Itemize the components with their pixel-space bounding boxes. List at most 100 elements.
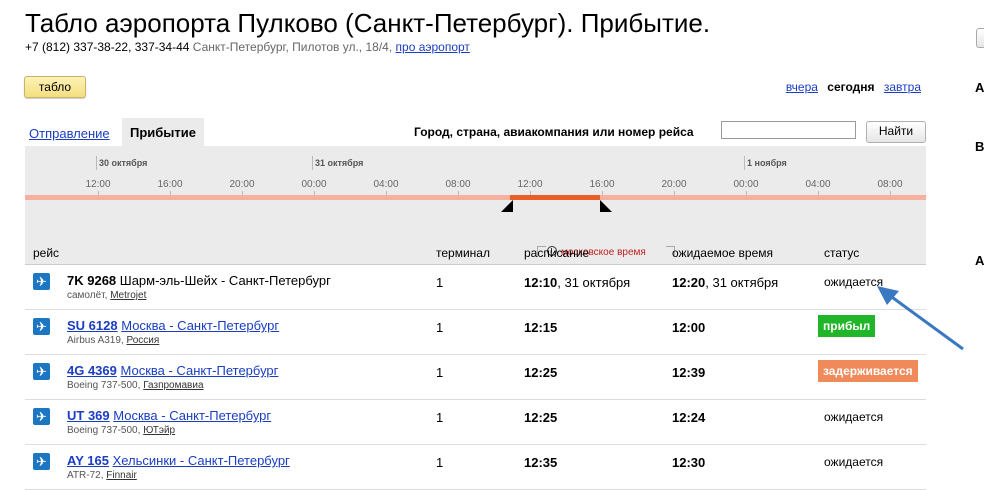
- timeline-hour-tick: [890, 191, 891, 195]
- table-header: московское время рейс терминал расписани…: [25, 220, 926, 265]
- annotation-arrow-icon: [877, 286, 964, 351]
- scheduled-time: 12:15: [524, 320, 558, 335]
- timeline-date-tick: [96, 156, 97, 170]
- terminal: 1: [436, 320, 444, 335]
- table-row[interactable]: ✈ SU 6128 Москва - Санкт-Петербург Airbus …: [25, 310, 926, 355]
- timeline-hour-tick: [98, 191, 99, 195]
- plane-icon: ✈: [33, 453, 50, 470]
- timeline-hour-label: 00:00: [733, 179, 759, 190]
- right-edge-letter: А: [975, 253, 984, 268]
- col-schedule: расписание: [524, 246, 590, 260]
- timeline-hour-label: 12:00: [517, 179, 543, 190]
- airline-link[interactable]: Газпромавиа: [143, 380, 203, 391]
- airport-contacts: +7 (812) 337-38-22, 337-34-44 Санкт-Пете…: [25, 40, 470, 54]
- table-row[interactable]: ✈ AY 165 Хельсинки - Санкт-Петербург ATR-7…: [25, 445, 926, 490]
- timeline-date-label: 1 ноября: [747, 158, 787, 168]
- timeline-hour-tick: [170, 191, 171, 195]
- timeline-hour-label: 04:00: [805, 179, 831, 190]
- flight-number: 7K 9268: [67, 273, 117, 288]
- tab-arrival[interactable]: Прибытие: [122, 118, 204, 146]
- timeline-hour-tick: [242, 191, 243, 195]
- tablo-button[interactable]: табло: [24, 76, 86, 98]
- timeline-hour-label: 08:00: [877, 179, 903, 190]
- flight-number-link[interactable]: UT 369: [67, 408, 110, 423]
- day-switcher: вчера сегодня завтра: [780, 80, 921, 94]
- airline-link[interactable]: Metrojet: [110, 290, 146, 301]
- timeline-hour-tick: [746, 191, 747, 195]
- timeline-date-tick: [312, 156, 313, 170]
- phones: +7 (812) 337-38-22, 337-34-44: [25, 40, 190, 54]
- flight-info: UT 369 Москва - Санкт-Петербург: [67, 408, 271, 423]
- timeline-hour-label: 16:00: [589, 179, 615, 190]
- timeline-date-label: 31 октября: [315, 158, 364, 168]
- aircraft-info: Boeing 737-500, ЮТэйр: [67, 425, 175, 436]
- scheduled-time: 12:35: [524, 455, 558, 470]
- today-label: сегодня: [827, 80, 875, 94]
- aircraft-type: Airbus A319,: [67, 335, 124, 346]
- expected-time: 12:30: [672, 455, 706, 470]
- flight-info: 7K 9268 Шарм-эль-Шейх - Санкт-Петербург: [67, 273, 331, 288]
- flight-route-link[interactable]: Москва - Санкт-Петербург: [113, 408, 271, 423]
- table-row[interactable]: ✈ UT 369 Москва - Санкт-Петербург Boeing 7…: [25, 400, 926, 445]
- timeline-hour-tick: [818, 191, 819, 195]
- plane-icon: ✈: [33, 318, 50, 335]
- time-scale[interactable]: 12:00 16:00 20:00 00:00 04:00 08:00 12:00 16:00…: [25, 146, 926, 220]
- expected-time: 12:00: [672, 320, 706, 335]
- tab-departure[interactable]: Отправление: [29, 126, 110, 141]
- timeline-hour-label: 20:00: [229, 179, 255, 190]
- flight-info: 4G 4369 Москва - Санкт-Петербург: [67, 363, 278, 378]
- search-button[interactable]: Найти: [866, 121, 926, 143]
- col-status: статус: [824, 246, 860, 260]
- flight-number-link[interactable]: SU 6128: [67, 318, 118, 333]
- timeline-selection[interactable]: [510, 195, 600, 200]
- table-row[interactable]: ✈ 4G 4369 Москва - Санкт-Петербург Boeing …: [25, 355, 926, 400]
- table-row[interactable]: ✈ 7K 9268 Шарм-эль-Шейх - Санкт-Петербург…: [25, 265, 926, 310]
- timeline-hour-tick: [314, 191, 315, 195]
- terminal: 1: [436, 455, 444, 470]
- right-edge-button[interactable]: [976, 28, 984, 48]
- timeline-hour-label: 08:00: [445, 179, 471, 190]
- flight-number-link[interactable]: 4G 4369: [67, 363, 117, 378]
- about-airport-link[interactable]: про аэропорт: [396, 40, 470, 54]
- right-edge-letter: А: [975, 80, 984, 95]
- tomorrow-link[interactable]: завтра: [884, 80, 921, 94]
- aircraft-info: самолёт, Metrojet: [67, 290, 146, 301]
- aircraft-info: ATR-72, Finnair: [67, 470, 137, 481]
- scheduled-time: 12:25: [524, 365, 558, 380]
- plane-icon: ✈: [33, 363, 50, 380]
- expected-time: 12:39: [672, 365, 706, 380]
- aircraft-info: Airbus A319, Россия: [67, 335, 159, 346]
- search-input[interactable]: [721, 121, 856, 139]
- timeline-right-handle[interactable]: [600, 200, 612, 212]
- flight-route-link[interactable]: Хельсинки - Санкт-Петербург: [113, 453, 290, 468]
- timeline-hour-tick: [386, 191, 387, 195]
- timeline-hour-label: 12:00: [85, 179, 111, 190]
- flight-route-link[interactable]: Москва - Санкт-Петербург: [121, 318, 279, 333]
- timeline-hour-label: 04:00: [373, 179, 399, 190]
- timeline-date-label: 30 октября: [99, 158, 148, 168]
- airline-link[interactable]: Россия: [127, 335, 160, 346]
- airline-link[interactable]: ЮТэйр: [143, 425, 175, 436]
- timeline-date-tick: [744, 156, 745, 170]
- aircraft-type: Boeing 737-500,: [67, 425, 141, 436]
- timeline-hour-tick: [674, 191, 675, 195]
- col-expected: ожидаемое время: [672, 246, 774, 260]
- col-flight: рейс: [33, 246, 60, 260]
- timeline-left-handle[interactable]: [501, 200, 513, 212]
- timeline-bar: [25, 195, 926, 200]
- aircraft-type: ATR-72,: [67, 470, 104, 481]
- flight-info: SU 6128 Москва - Санкт-Петербург: [67, 318, 279, 333]
- timeline-hour-label: 20:00: [661, 179, 687, 190]
- right-edge-letter: В: [975, 139, 984, 154]
- aircraft-type: самолёт,: [67, 290, 108, 301]
- airline-link[interactable]: Finnair: [106, 470, 137, 481]
- flight-route-link[interactable]: Москва - Санкт-Петербург: [121, 363, 279, 378]
- terminal: 1: [436, 365, 444, 380]
- expected-time: 12:20, 31 октября: [672, 275, 779, 290]
- flight-info: AY 165 Хельсинки - Санкт-Петербург: [67, 453, 290, 468]
- expected-time: 12:24: [672, 410, 706, 425]
- flight-number-link[interactable]: AY 165: [67, 453, 109, 468]
- col-terminal: терминал: [436, 246, 490, 260]
- timeline-hour-label: 16:00: [157, 179, 183, 190]
- yesterday-link[interactable]: вчера: [786, 80, 818, 94]
